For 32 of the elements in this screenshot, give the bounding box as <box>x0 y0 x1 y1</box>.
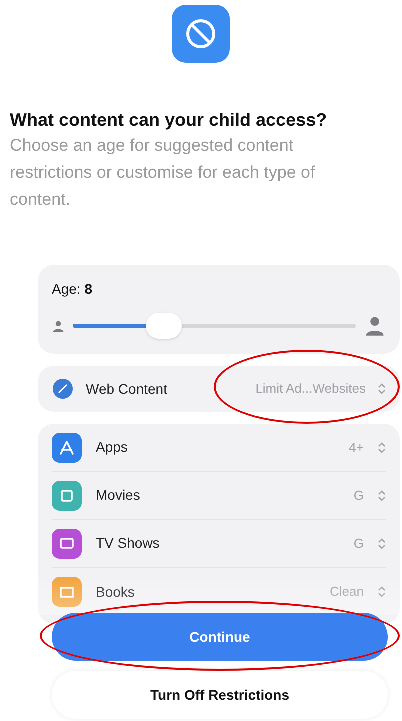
content-label: Books <box>96 582 135 602</box>
age-slider[interactable] <box>73 312 356 340</box>
content-value: G <box>354 534 364 553</box>
content-row[interactable]: TV Shows G <box>52 520 386 568</box>
content-label: Apps <box>96 438 128 457</box>
content-row[interactable]: Books Clean <box>52 568 386 616</box>
up-down-chevron-icon <box>378 490 386 502</box>
up-down-chevron-icon <box>378 383 386 395</box>
tv-icon <box>52 528 82 558</box>
up-down-chevron-icon <box>378 442 386 454</box>
up-down-chevron-icon <box>378 586 386 598</box>
content-label: Movies <box>96 486 140 505</box>
content-label: TV Shows <box>96 534 160 553</box>
app-store-icon <box>52 432 82 462</box>
page-description: Choose an age for suggested content restrictions or customise for each type of content. <box>10 135 316 211</box>
up-down-chevron-icon <box>378 538 386 550</box>
turn-off-button[interactable]: Turn Off Restrictions <box>52 671 388 719</box>
continue-button[interactable]: Continue <box>52 613 388 661</box>
web-content-row[interactable]: Web Content Limit Ad...Websites <box>38 366 400 412</box>
content-value: Clean <box>330 583 364 602</box>
restriction-icon <box>172 5 230 63</box>
web-content-value: Limit Ad...Websites <box>256 380 366 398</box>
slider-thumb[interactable] <box>146 313 182 339</box>
age-label: Age: 8 <box>52 280 94 299</box>
person-icon <box>52 320 65 332</box>
person-icon <box>364 315 386 337</box>
content-row[interactable]: Movies G <box>52 472 386 520</box>
content-row[interactable]: Apps 4+ <box>52 424 386 472</box>
content-value: 4+ <box>349 438 364 457</box>
web-content-label: Web Content <box>86 380 168 398</box>
page-title: What content can your child access? <box>10 109 328 132</box>
content-value: G <box>354 486 364 505</box>
